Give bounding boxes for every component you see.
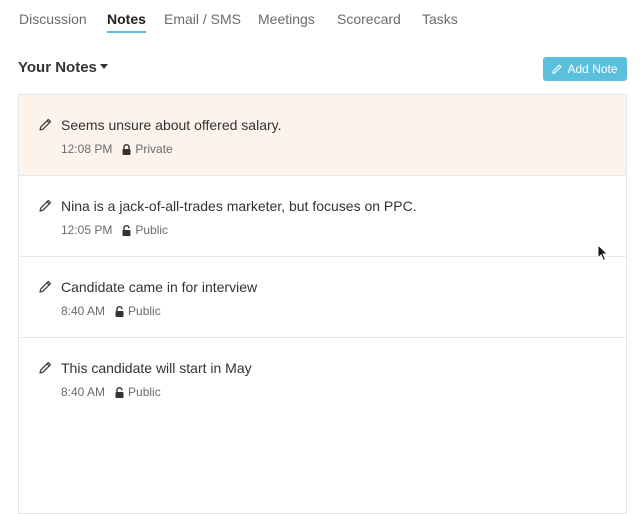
pencil-icon[interactable]	[39, 361, 52, 374]
pencil-icon[interactable]	[39, 118, 52, 131]
lock-icon	[122, 143, 131, 155]
note-meta: 12:05 PM Public	[61, 223, 168, 237]
pencil-icon	[552, 64, 562, 74]
note-item: Candidate came in for interview 8:40 AM …	[19, 257, 626, 338]
note-text: Seems unsure about offered salary.	[61, 117, 282, 133]
note-time: 12:08 PM	[61, 142, 113, 156]
add-note-button[interactable]: Add Note	[543, 57, 627, 81]
note-time: 8:40 AM	[61, 304, 106, 318]
section-title: Your Notes	[18, 59, 97, 76]
add-note-label: Add Note	[567, 62, 618, 76]
pencil-icon[interactable]	[39, 199, 52, 212]
unlock-icon	[122, 224, 131, 236]
note-time: 8:40 AM	[61, 385, 106, 399]
note-time: 12:05 PM	[61, 223, 113, 237]
tab-discussion[interactable]: Discussion	[19, 11, 87, 31]
note-visibility: Private	[135, 142, 173, 156]
note-meta: 12:08 PM Private	[61, 142, 173, 156]
unlock-icon	[115, 386, 124, 398]
tab-meetings[interactable]: Meetings	[258, 11, 315, 31]
notes-filter-dropdown[interactable]: Your Notes	[18, 59, 108, 77]
notes-list: Seems unsure about offered salary. 12:08…	[18, 94, 627, 514]
note-meta: 8:40 AM Public	[61, 385, 161, 399]
note-item: Seems unsure about offered salary. 12:08…	[19, 95, 626, 176]
note-visibility: Public	[128, 385, 161, 399]
note-visibility: Public	[135, 223, 169, 237]
pencil-icon[interactable]	[39, 280, 52, 293]
note-visibility: Public	[128, 304, 161, 318]
tab-email-sms[interactable]: Email / SMS	[164, 11, 241, 31]
tab-tasks[interactable]: Tasks	[422, 11, 458, 31]
note-meta: 8:40 AM Public	[61, 304, 161, 318]
note-item: Nina is a jack-of-all-trades marketer, b…	[19, 176, 626, 257]
note-text: Candidate came in for interview	[61, 279, 258, 295]
tab-notes[interactable]: Notes	[107, 11, 146, 33]
mouse-cursor-icon	[597, 244, 609, 262]
note-text: Nina is a jack-of-all-trades marketer, b…	[61, 198, 417, 214]
caret-down-icon	[99, 64, 108, 70]
unlock-icon	[115, 305, 124, 317]
note-text: This candidate will start in May	[61, 360, 252, 376]
note-item: This candidate will start in May 8:40 AM…	[19, 338, 626, 419]
tab-scorecard[interactable]: Scorecard	[337, 11, 401, 31]
